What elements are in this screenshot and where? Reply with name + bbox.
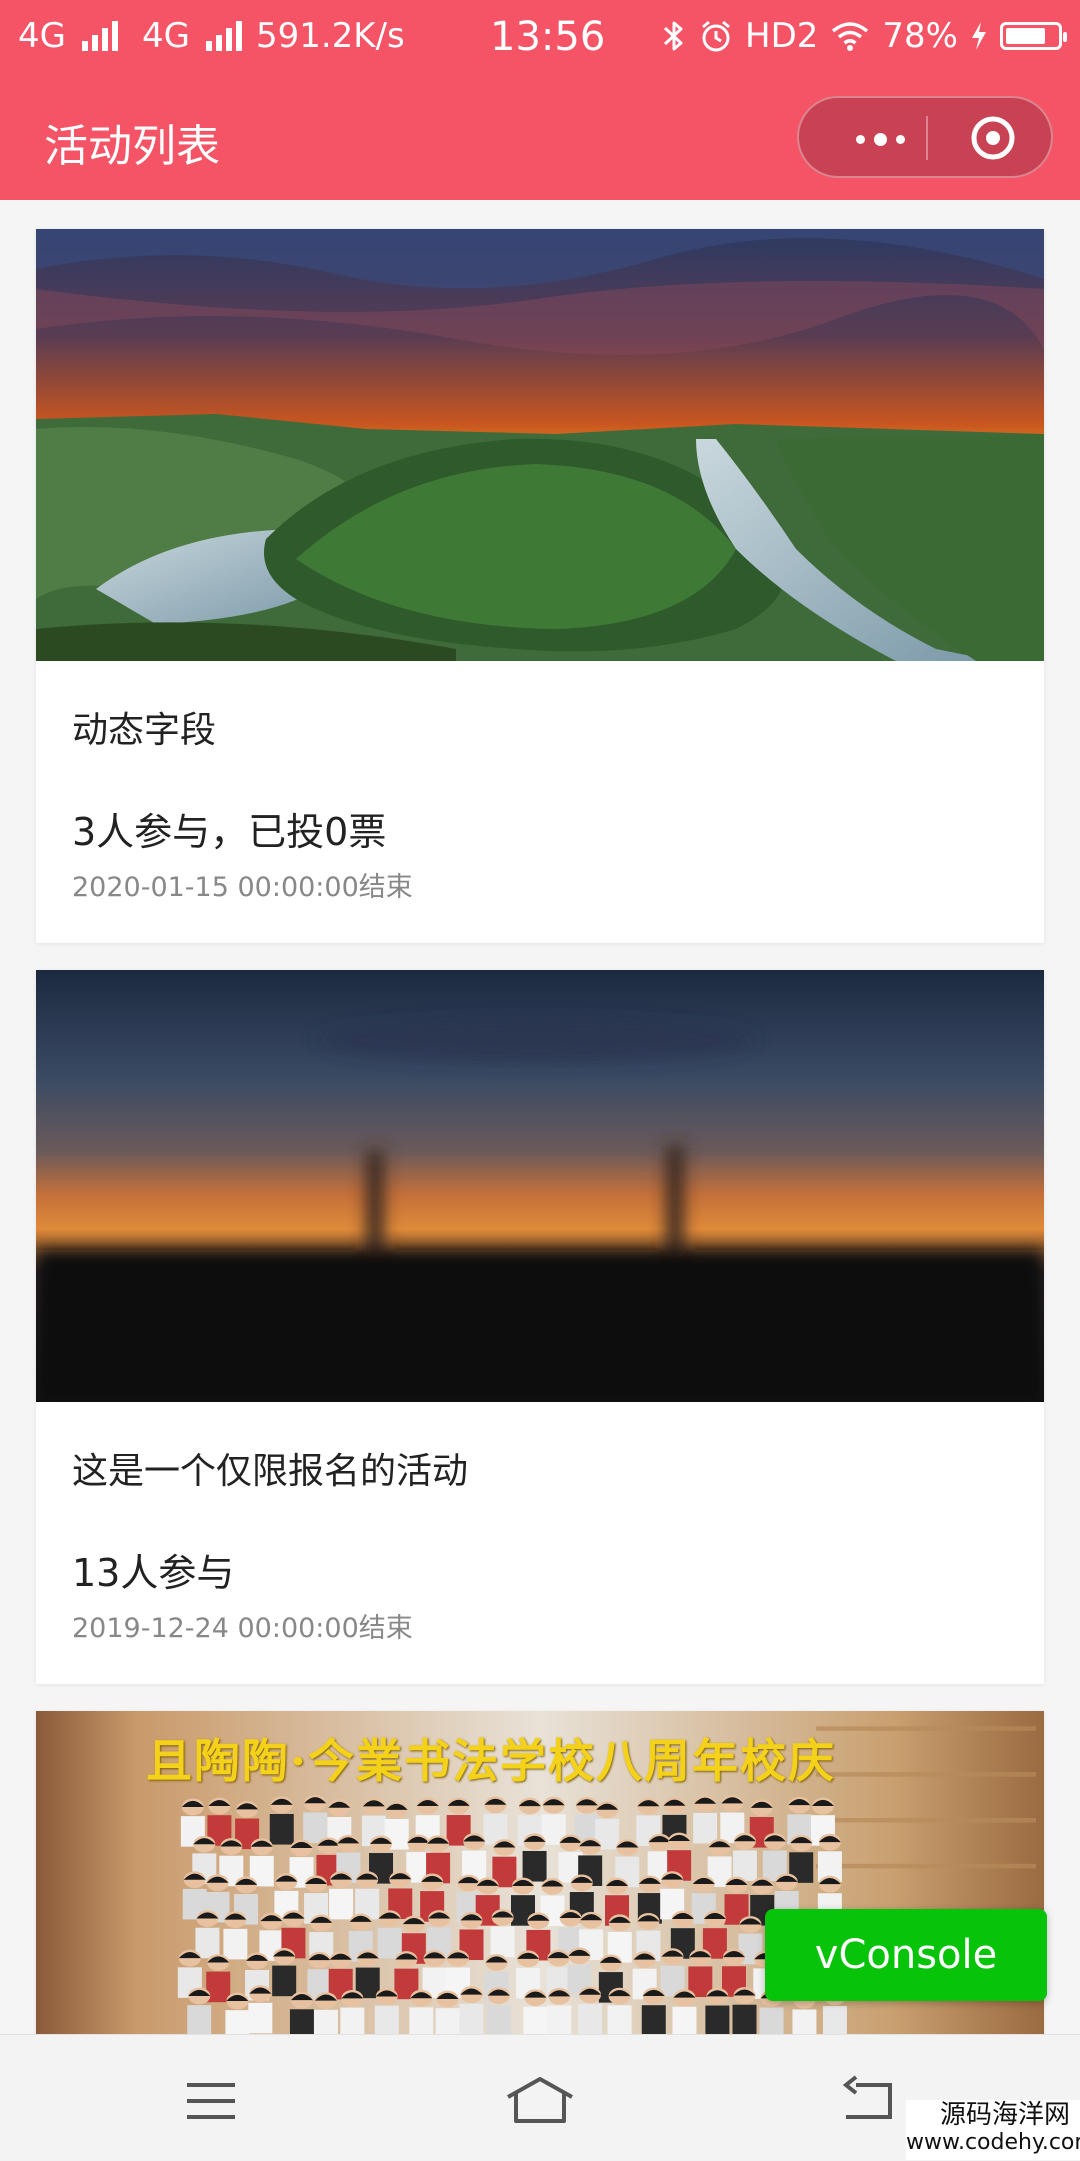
- activity-end-time: 2020-01-15 00:00:00结束: [72, 872, 413, 903]
- bluetooth-icon: [664, 21, 683, 51]
- hd-indicator: HD2: [745, 16, 819, 56]
- activity-end-time: 2019-12-24 00:00:00结束: [72, 1613, 413, 1644]
- wifi-icon: [832, 22, 869, 51]
- banner-text: 且陶陶·今業书法学校八周年校庆: [146, 1734, 837, 1788]
- activity-title: 动态字段: [72, 710, 217, 751]
- activity-card[interactable]: 这是一个仅限报名的活动 13人参与 2019-12-24 00:00:00结束: [36, 970, 1044, 1684]
- activity-stats: 13人参与: [72, 1551, 235, 1595]
- activity-title: 这是一个仅限报名的活动: [72, 1451, 469, 1492]
- network-type-2: 4G: [141, 16, 190, 56]
- battery-icon: [1000, 22, 1067, 50]
- charging-icon: [972, 22, 986, 50]
- clock: 13:56: [490, 14, 606, 60]
- watermark: 源码海洋网 www.codehy.com: [906, 2100, 1080, 2160]
- more-icon[interactable]: [835, 112, 925, 166]
- header: 4G 4G 591.2K/s 13:56 HD2 78% 活动列表: [0, 0, 1080, 200]
- menu-icon[interactable]: [181, 2071, 241, 2131]
- back-icon[interactable]: [838, 2071, 898, 2131]
- alarm-icon: [702, 20, 730, 52]
- status-bar: 4G 4G 591.2K/s 13:56 HD2 78%: [0, 0, 1080, 76]
- activity-cover-image: [36, 229, 1044, 661]
- vconsole-button[interactable]: vConsole: [765, 1909, 1047, 2001]
- watermark-line-2: www.codehy.com: [906, 2130, 1080, 2155]
- network-type-1: 4G: [18, 16, 66, 56]
- watermark-line-1: 源码海洋网: [939, 2100, 1070, 2130]
- battery-percent: 78%: [882, 16, 958, 56]
- close-target-icon[interactable]: [969, 114, 1017, 162]
- home-icon[interactable]: [504, 2071, 576, 2131]
- activity-cover-image: [36, 970, 1044, 1402]
- signal-icon: [81, 21, 118, 51]
- network-speed: 591.2K/s: [255, 16, 405, 56]
- activity-stats: 3人参与，已投0票: [72, 810, 387, 854]
- capsule-divider: [926, 116, 928, 160]
- activity-card[interactable]: 动态字段 3人参与，已投0票 2020-01-15 00:00:00结束: [36, 229, 1044, 943]
- mini-program-capsule: [797, 96, 1053, 178]
- nav-bar: 活动列表: [0, 76, 1080, 200]
- page-title: 活动列表: [44, 121, 220, 172]
- signal-icon: [205, 21, 242, 51]
